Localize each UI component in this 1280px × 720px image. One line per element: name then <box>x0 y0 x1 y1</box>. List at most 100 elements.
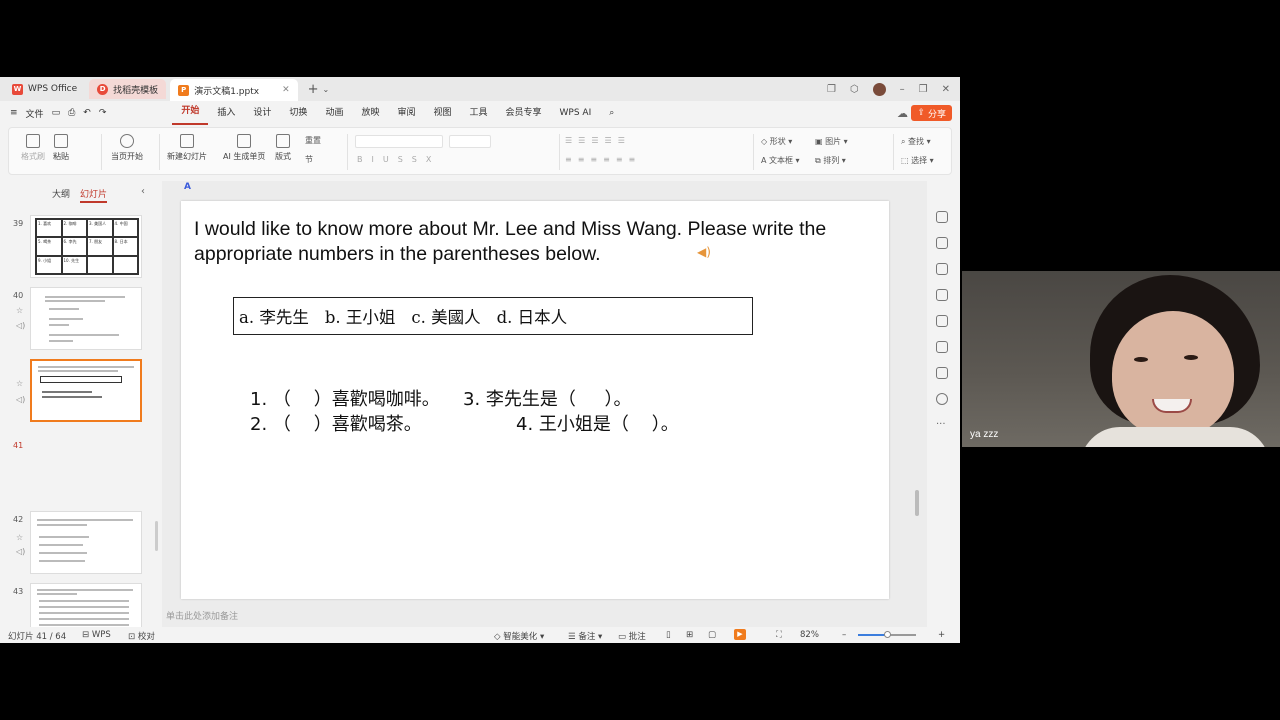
copy-icon[interactable] <box>936 263 948 275</box>
layout-button[interactable]: 版式 <box>275 134 291 162</box>
beautify-button[interactable]: ◇ 智能美化 ▾ <box>494 630 544 642</box>
menu-tools[interactable]: 工具 <box>461 101 497 125</box>
redo-icon[interactable]: ↷ <box>99 108 107 118</box>
tab-wps-office[interactable]: W WPS Office <box>4 79 85 99</box>
search-icon[interactable]: ⌕ <box>600 101 623 125</box>
grid-view-icon[interactable]: ⊞ <box>686 630 693 640</box>
format-painter-button[interactable]: 格式刷 <box>21 134 45 162</box>
video-tile[interactable]: ya zzz <box>962 271 1280 447</box>
tab-presentation[interactable]: P 演示文稿1.pptx ✕ <box>170 79 298 101</box>
file-menu[interactable]: 文件 <box>26 107 44 120</box>
proof-button[interactable]: ⊡ 校对 <box>128 630 155 642</box>
more-icon[interactable]: ··· <box>936 419 946 430</box>
print-icon[interactable]: ⎙ <box>68 108 75 118</box>
comments-button[interactable]: ▭ 批注 <box>618 630 646 642</box>
from-current-button[interactable]: 当页开始 <box>111 134 143 162</box>
slide-title[interactable]: I would like to know more about Mr. Lee … <box>194 217 854 267</box>
cube-icon[interactable]: ⬡ <box>850 84 859 95</box>
menu-view[interactable]: 视图 <box>424 101 460 125</box>
slide-canvas[interactable]: I would like to know more about Mr. Lee … <box>181 201 889 599</box>
save-icon[interactable]: ▭ <box>52 108 61 118</box>
menu-review[interactable]: 审阅 <box>388 101 424 125</box>
image-icon[interactable] <box>936 341 948 353</box>
font-size-input[interactable] <box>449 135 491 148</box>
book-icon[interactable] <box>936 367 948 379</box>
question-1[interactable]: 1. （ ）喜歡喝咖啡。 <box>250 385 440 411</box>
audio-icon[interactable]: ◁) <box>16 321 25 330</box>
slide-thumbnail-42[interactable] <box>30 511 142 574</box>
zoom-level[interactable]: 82% <box>800 630 819 640</box>
shirt-icon[interactable] <box>936 315 948 327</box>
settings-icon[interactable] <box>936 211 948 223</box>
tools-icon[interactable] <box>936 289 948 301</box>
wps-status[interactable]: ⊟ WPS <box>82 630 111 640</box>
collapse-panel-icon[interactable]: ‹ <box>141 186 145 197</box>
ai-slide-button[interactable]: AI 生成单页 <box>223 134 265 162</box>
menu-member[interactable]: 会员专享 <box>497 101 551 125</box>
tab-templates[interactable]: D 找稻壳模板 <box>89 79 167 99</box>
section-button[interactable]: 节 <box>305 154 313 165</box>
reading-view-icon[interactable]: ▢ <box>708 630 716 640</box>
question-3[interactable]: 3. 李先生是（ ）。 <box>463 385 632 411</box>
normal-view-icon[interactable]: ▯ <box>666 630 671 640</box>
menu-slideshow[interactable]: 放映 <box>352 101 388 125</box>
hamburger-icon[interactable]: ≡ <box>10 108 18 118</box>
help-icon[interactable] <box>936 393 948 405</box>
new-tab-icon[interactable]: + <box>308 82 319 97</box>
notes-placeholder[interactable]: 单击此处添加备注 <box>166 609 238 622</box>
star-icon[interactable]: ☆ <box>16 533 23 542</box>
slide-thumbnail-41[interactable] <box>30 359 142 422</box>
menu-animation[interactable]: 动画 <box>316 101 352 125</box>
text-format-icons[interactable]: BIUSSX <box>357 155 440 164</box>
notes-button[interactable]: ☰ 备注 ▾ <box>568 630 602 642</box>
question-4[interactable]: 4. 王小姐是（ ）。 <box>516 410 679 436</box>
textbox-button[interactable]: A 文本框 ▾ <box>761 155 800 166</box>
share-button[interactable]: ⇪ 分享 <box>911 105 952 121</box>
vertical-scrollbar[interactable] <box>915 490 919 516</box>
wps-ai-icon[interactable]: A <box>184 182 196 194</box>
zoom-slider-handle[interactable] <box>884 631 891 638</box>
menu-insert[interactable]: 插入 <box>208 101 244 125</box>
arrange-button[interactable]: ⧉ 排列 ▾ <box>815 155 846 166</box>
font-name-input[interactable] <box>355 135 443 148</box>
close-tab-icon[interactable]: ✕ <box>282 85 290 95</box>
restore-icon[interactable]: ❐ <box>919 84 928 95</box>
picture-button[interactable]: ▣ 图片 ▾ <box>815 136 848 147</box>
menu-design[interactable]: 设计 <box>244 101 280 125</box>
menu-wps-ai[interactable]: WPS AI <box>551 101 601 125</box>
audio-icon[interactable]: ◁) <box>16 547 25 556</box>
user-avatar[interactable] <box>872 82 886 96</box>
tab-outline[interactable]: 大纲 <box>52 187 70 203</box>
find-button[interactable]: ⌕ 查找 ▾ <box>901 136 931 147</box>
speaker-icon[interactable]: ◀) <box>697 245 711 259</box>
zoom-out-icon[interactable]: – <box>842 630 846 640</box>
star-icon[interactable]: ☆ <box>16 379 23 388</box>
slide-thumbnail-40[interactable] <box>30 287 142 350</box>
menu-transition[interactable]: 切换 <box>280 101 316 125</box>
question-2[interactable]: 2. （ ）喜歡喝茶。 <box>250 410 422 436</box>
align-icons[interactable]: ≡≡≡≡≡≡ <box>565 155 641 164</box>
star-icon[interactable]: ☆ <box>16 306 23 315</box>
window-list-icon[interactable]: ❐ <box>827 84 836 95</box>
paragraph-icons[interactable]: ☰☰☰☰☰ <box>565 136 631 145</box>
minimize-icon[interactable]: – <box>900 84 905 95</box>
star-icon[interactable] <box>936 237 948 249</box>
fit-icon[interactable]: ⛶ <box>776 630 782 640</box>
slide-thumbnail-39[interactable]: 1. 喜欢 2. 咖啡 3. 美国人 4. 中国 5. 喝茶 6. 李先 7. … <box>30 215 142 278</box>
choices-box[interactable]: a. 李先生 b. 王小姐 c. 美國人 d. 日本人 <box>233 297 753 335</box>
paste-button[interactable]: 粘贴 <box>53 134 69 162</box>
slideshow-play-icon[interactable]: ▶ <box>734 629 746 640</box>
reset-button[interactable]: 重置 <box>305 135 321 146</box>
new-slide-button[interactable]: 新建幻灯片 <box>167 134 207 162</box>
tab-slides[interactable]: 幻灯片 <box>80 187 108 203</box>
zoom-in-icon[interactable]: + <box>938 630 945 640</box>
shape-button[interactable]: ◇ 形状 ▾ <box>761 136 792 147</box>
panel-scrollbar[interactable] <box>155 521 158 551</box>
undo-icon[interactable]: ↶ <box>83 108 91 118</box>
close-window-icon[interactable]: ✕ <box>942 84 950 95</box>
cloud-icon[interactable]: ☁ <box>897 107 908 120</box>
audio-icon[interactable]: ◁) <box>16 395 25 404</box>
menu-home[interactable]: 开始 <box>172 101 209 125</box>
select-button[interactable]: ⬚ 选择 ▾ <box>901 155 934 166</box>
chevron-down-icon[interactable]: ⌄ <box>323 85 330 94</box>
